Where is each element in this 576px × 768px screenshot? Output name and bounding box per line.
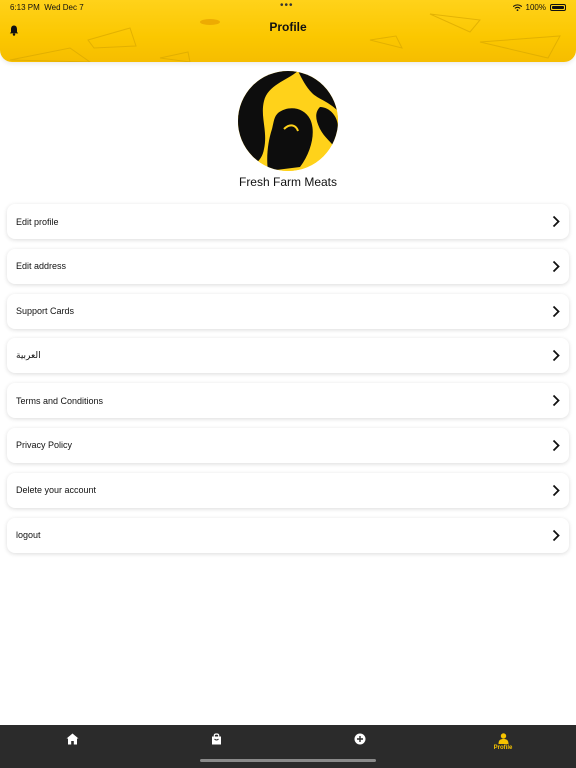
shopping-bag-icon <box>211 733 221 745</box>
menu-item-edit-profile[interactable]: Edit profile <box>7 204 569 239</box>
tab-add[interactable] <box>340 733 380 757</box>
menu-item-terms[interactable]: Terms and Conditions <box>7 383 569 419</box>
menu-item-label: Privacy Policy <box>16 440 73 451</box>
person-icon <box>498 733 508 744</box>
home-indicator[interactable] <box>200 759 376 762</box>
menu-item-label: Edit profile <box>16 216 59 227</box>
chevron-right-icon <box>552 215 560 228</box>
tab-home[interactable] <box>52 733 92 757</box>
store-name: Fresh Farm Meats <box>238 175 337 189</box>
store-logo-image <box>238 71 338 171</box>
chevron-right-icon <box>552 395 560 407</box>
chevron-right-icon <box>552 484 560 496</box>
chevron-right-icon <box>552 305 560 317</box>
menu-item-label: logout <box>16 530 41 541</box>
menu-item-delete-account[interactable]: Delete your account <box>7 472 569 508</box>
home-icon <box>66 733 78 745</box>
menu-item-label: العربية <box>16 350 41 361</box>
menu-item-logout[interactable]: logout <box>7 517 569 553</box>
menu-item-language[interactable]: العربية <box>7 338 569 374</box>
menu-item-support-cards[interactable]: Support Cards <box>7 293 569 329</box>
page-title: Profile <box>269 20 307 34</box>
chevron-right-icon <box>552 260 560 272</box>
menu-item-label: Support Cards <box>16 306 75 317</box>
tab-cart[interactable] <box>196 733 236 757</box>
wifi-icon <box>512 4 522 11</box>
menu-item-label: Edit address <box>16 261 67 272</box>
menu-item-privacy-policy[interactable]: Privacy Policy <box>7 427 569 463</box>
status-bar: 6:13 PM Wed Dec 7 ••• 100% <box>0 0 576 14</box>
multitask-dots[interactable]: ••• <box>280 0 294 11</box>
app-header: 6:13 PM Wed Dec 7 ••• 100% Profile <box>0 0 576 62</box>
status-indicators: 100% <box>512 3 566 12</box>
status-time: 6:13 PM Wed Dec 7 <box>10 3 84 12</box>
chevron-right-icon <box>552 439 560 452</box>
profile-avatar[interactable] <box>238 71 338 171</box>
tab-profile[interactable]: Profile <box>483 733 523 757</box>
menu-item-label: Delete your account <box>16 485 97 496</box>
chevron-right-icon <box>552 529 560 541</box>
menu-item-edit-address[interactable]: Edit address <box>7 248 569 284</box>
tab-profile-label: Profile <box>493 745 513 751</box>
menu-item-label: Terms and Conditions <box>16 395 104 406</box>
battery-percent: 100% <box>525 3 546 12</box>
add-circle-icon <box>354 733 366 745</box>
battery-icon <box>550 4 566 11</box>
profile-menu: Edit profile Edit address Support Cards … <box>7 204 569 562</box>
chevron-right-icon <box>552 350 560 362</box>
